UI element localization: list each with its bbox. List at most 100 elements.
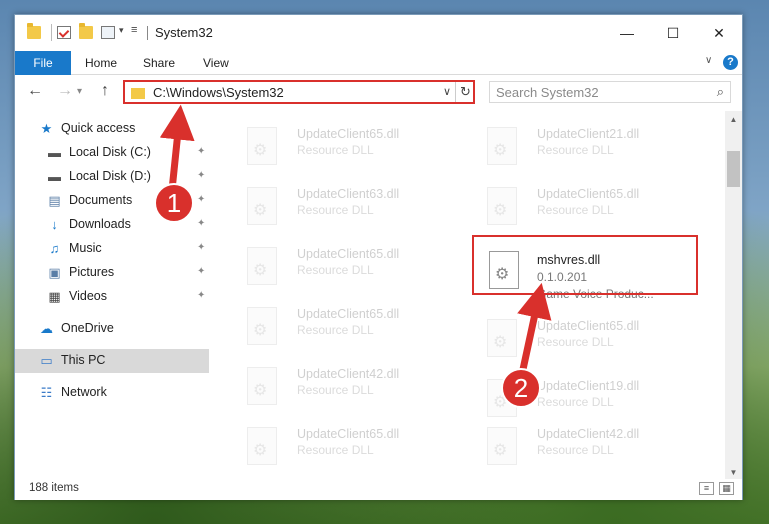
sidebar-item-videos[interactable]: ▦ Videos ✦ — [15, 285, 209, 309]
sidebar-item-label: This PC — [61, 353, 106, 367]
dll-file-icon — [247, 427, 277, 465]
dll-file-icon — [487, 427, 517, 465]
title-bar: ▾ ≡ System32 — ☐ ✕ — [15, 15, 742, 51]
help-icon[interactable]: ? — [723, 55, 738, 70]
quick-access-dropdown-icon[interactable]: ▾ — [119, 25, 124, 36]
file-item[interactable]: UpdateClient63.dll Resource DLL — [229, 179, 459, 227]
file-item[interactable]: UpdateClient65.dll Resource DLL — [469, 179, 699, 227]
file-name: UpdateClient65.dll — [537, 319, 640, 333]
sidebar-item-label: OneDrive — [61, 321, 114, 335]
file-name: UpdateClient63.dll — [297, 187, 400, 201]
navigation-pane: ★ Quick access ▬ Local Disk (C:) ✦ ▬ Loc… — [15, 115, 211, 475]
close-button[interactable]: ✕ — [696, 15, 742, 51]
file-description: Resource DLL — [297, 323, 374, 337]
expand-ribbon-icon[interactable]: ∨ — [705, 55, 712, 66]
ribbon-tabs: File Home Share View ∨ ? — [15, 51, 742, 75]
download-icon: ↓ — [51, 217, 58, 232]
file-item[interactable]: UpdateClient42.dll Resource DLL — [469, 419, 699, 467]
folder-icon — [27, 23, 41, 39]
pin-icon[interactable]: ✦ — [197, 146, 205, 157]
recent-locations-icon[interactable]: ▾ — [77, 86, 82, 97]
pin-icon[interactable]: ✦ — [197, 218, 205, 229]
file-description: Resource DLL — [537, 395, 614, 409]
dll-file-icon — [247, 127, 277, 165]
file-item[interactable]: UpdateClient65.dll Resource DLL — [469, 311, 699, 359]
file-description: Resource DLL — [297, 263, 374, 277]
file-item[interactable]: UpdateClient65.dll Resource DLL — [229, 299, 459, 347]
sidebar-item-quick-access[interactable]: ★ Quick access — [15, 117, 209, 141]
file-item[interactable]: UpdateClient65.dll Resource DLL — [229, 119, 459, 167]
pin-icon[interactable]: ✦ — [197, 194, 205, 205]
file-item[interactable]: UpdateClient42.dll Resource DLL — [229, 359, 459, 407]
file-name: UpdateClient65.dll — [297, 427, 400, 441]
details-view-icon[interactable]: ≡ — [699, 482, 714, 495]
dll-file-icon — [247, 247, 277, 285]
tab-share[interactable]: Share — [143, 51, 175, 75]
maximize-button[interactable]: ☐ — [650, 15, 696, 51]
tab-home[interactable]: Home — [85, 51, 117, 75]
tab-file[interactable]: File — [15, 51, 71, 75]
sidebar-item-label: Pictures — [69, 265, 115, 279]
search-icon[interactable]: ⌕ — [717, 84, 724, 100]
sidebar-item-local-disk-c[interactable]: ▬ Local Disk (C:) ✦ — [15, 141, 209, 165]
navigation-bar: ← → ▾ ↑ C:\Windows\System32 ∨ ↻ Search S… — [15, 76, 742, 108]
pin-icon[interactable]: ✦ — [197, 170, 205, 181]
refresh-icon[interactable]: ↻ — [455, 82, 475, 102]
customize-arrow-icon[interactable]: ≡ — [131, 24, 137, 36]
folder-icon — [131, 88, 145, 99]
tab-view[interactable]: View — [203, 51, 229, 75]
vertical-scrollbar[interactable]: ▲ ▼ — [725, 111, 742, 481]
documents-icon: ▤ — [48, 193, 61, 208]
search-input[interactable]: Search System32 ⌕ — [489, 81, 731, 103]
scroll-up-icon[interactable]: ▲ — [725, 111, 742, 128]
sidebar-item-downloads[interactable]: ↓ Downloads ✦ — [15, 213, 209, 237]
sidebar-item-network[interactable]: ☷ Network — [15, 381, 209, 405]
file-item[interactable]: UpdateClient65.dll Resource DLL — [229, 239, 459, 287]
file-name: UpdateClient65.dll — [297, 127, 400, 141]
minimize-button[interactable]: — — [604, 15, 650, 51]
computer-icon: ▭ — [40, 353, 53, 368]
file-description: Resource DLL — [297, 383, 374, 397]
dll-file-icon — [247, 307, 277, 345]
file-description: Resource DLL — [537, 335, 614, 349]
file-description: Resource DLL — [537, 203, 614, 217]
sidebar-item-label: Documents — [69, 193, 133, 207]
item-count: 188 items — [29, 482, 79, 494]
pin-icon[interactable]: ✦ — [197, 266, 205, 277]
sidebar-item-label: Videos — [69, 289, 107, 303]
file-item[interactable]: UpdateClient65.dll Resource DLL — [229, 419, 459, 467]
sidebar-item-pictures[interactable]: ▣ Pictures ✦ — [15, 261, 209, 285]
address-dropdown-icon[interactable]: ∨ — [443, 85, 451, 98]
file-description: Resource DLL — [297, 443, 374, 457]
file-name: UpdateClient21.dll — [537, 127, 640, 141]
star-icon: ★ — [40, 121, 53, 136]
drive-icon: ▬ — [48, 145, 61, 160]
sidebar-item-documents[interactable]: ▤ Documents ✦ — [15, 189, 209, 213]
file-item[interactable]: UpdateClient21.dll Resource DLL — [469, 119, 699, 167]
new-folder-icon[interactable] — [79, 23, 93, 39]
back-button[interactable]: ← — [27, 82, 43, 100]
file-name: UpdateClient19.dll — [537, 379, 640, 393]
highlight-box — [472, 235, 698, 295]
address-path[interactable]: C:\Windows\System32 — [153, 85, 284, 100]
large-icons-view-icon[interactable]: ▦ — [719, 482, 734, 495]
scrollbar-thumb[interactable] — [727, 151, 740, 187]
file-name: UpdateClient65.dll — [297, 307, 400, 321]
music-icon: ♫ — [49, 241, 60, 256]
pictures-icon: ▣ — [48, 265, 61, 280]
dll-file-icon — [247, 187, 277, 225]
file-description: Resource DLL — [537, 143, 614, 157]
properties-check-icon[interactable] — [57, 26, 71, 39]
sidebar-item-this-pc[interactable]: ▭ This PC — [15, 349, 209, 373]
file-item[interactable]: UpdateClient19.dll Resource DLL — [469, 371, 699, 419]
customize-toolbar-icon[interactable] — [101, 26, 115, 39]
pin-icon[interactable]: ✦ — [197, 290, 205, 301]
sidebar-item-local-disk-d[interactable]: ▬ Local Disk (D:) ✦ — [15, 165, 209, 189]
address-bar[interactable]: C:\Windows\System32 ∨ ↻ — [123, 80, 475, 104]
window-title: System32 — [155, 25, 213, 40]
pin-icon[interactable]: ✦ — [197, 242, 205, 253]
up-button[interactable]: ↑ — [101, 82, 109, 100]
forward-button[interactable]: → — [57, 82, 73, 100]
sidebar-item-music[interactable]: ♫ Music ✦ — [15, 237, 209, 261]
sidebar-item-onedrive[interactable]: ☁ OneDrive — [15, 317, 209, 341]
